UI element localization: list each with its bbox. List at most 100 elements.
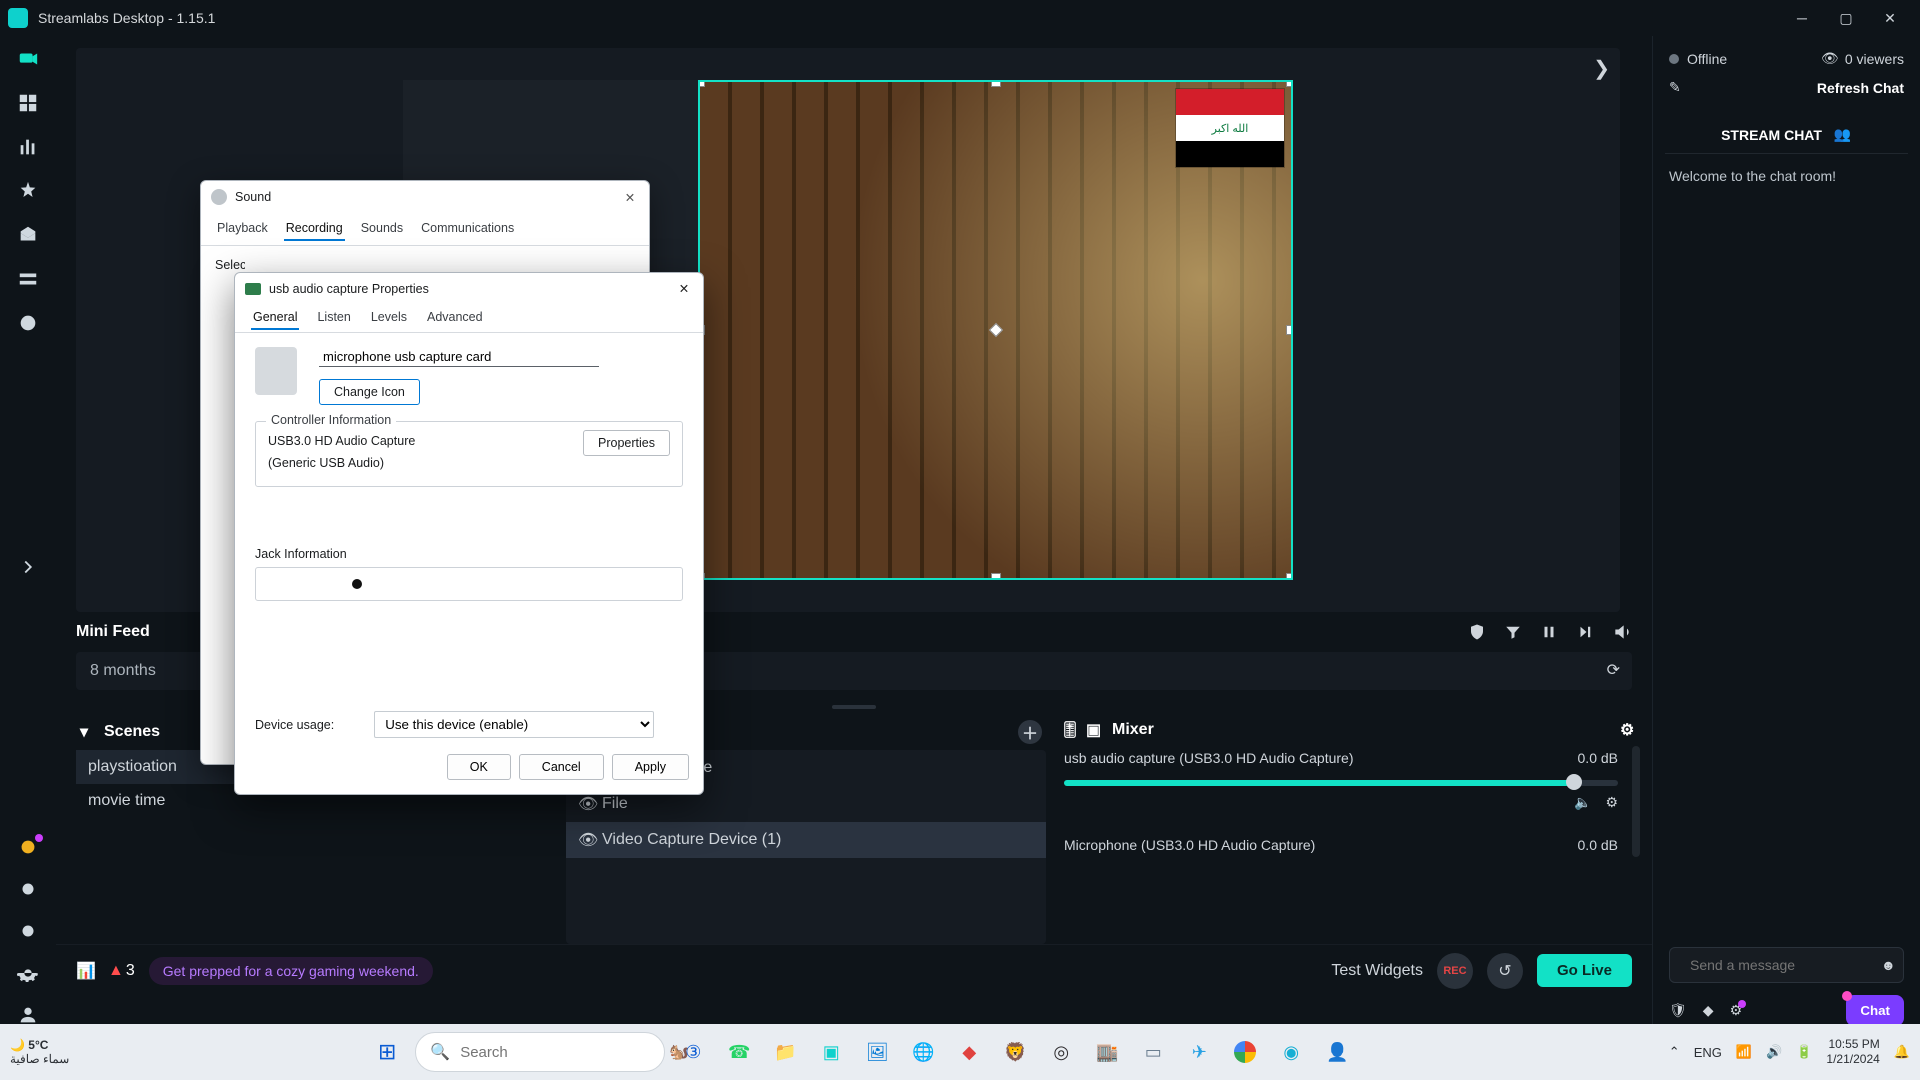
- refresh-chat-button[interactable]: Refresh Chat: [1817, 80, 1904, 96]
- themes-icon[interactable]: [17, 180, 39, 202]
- expand-sidebar-icon[interactable]: [17, 556, 39, 578]
- close-icon[interactable]: ✕: [675, 281, 693, 296]
- start-button[interactable]: ⊞: [369, 1034, 405, 1070]
- tab-recording[interactable]: Recording: [284, 217, 345, 241]
- apply-button[interactable]: Apply: [612, 754, 689, 780]
- close-icon[interactable]: ✕: [621, 190, 639, 205]
- tray-lang[interactable]: ENG: [1694, 1045, 1722, 1060]
- analytics-icon[interactable]: [17, 136, 39, 158]
- source-item[interactable]: 👁 Video Capture Device (1): [566, 822, 1046, 858]
- taskbar-app[interactable]: ▣: [813, 1034, 849, 1070]
- prime-icon[interactable]: [17, 836, 39, 858]
- volume-icon[interactable]: [1612, 622, 1632, 642]
- skip-icon[interactable]: [1576, 623, 1594, 641]
- taskbar-app[interactable]: 🦁: [997, 1034, 1033, 1070]
- volume-slider[interactable]: [1064, 780, 1618, 786]
- undo-button[interactable]: ↺: [1487, 953, 1523, 989]
- record-icon[interactable]: [17, 312, 39, 334]
- taskbar-app[interactable]: ③: [675, 1034, 711, 1070]
- add-source-icon[interactable]: ▣: [1086, 720, 1102, 740]
- ok-button[interactable]: OK: [447, 754, 511, 780]
- taskbar-app[interactable]: 👤: [1319, 1034, 1355, 1070]
- editor-tab-icon[interactable]: [17, 48, 39, 70]
- chat-settings-icon[interactable]: ⚙: [1730, 1002, 1743, 1019]
- taskbar-app[interactable]: ◆: [951, 1034, 987, 1070]
- taskbar-app[interactable]: ◉: [1273, 1034, 1309, 1070]
- tray-clock[interactable]: 10:55 PM 1/21/2024: [1826, 1037, 1879, 1067]
- chevron-down-icon[interactable]: ▾: [80, 722, 94, 742]
- taskbar-app[interactable]: 🏬: [1089, 1034, 1125, 1070]
- mixer-scrollbar[interactable]: [1632, 746, 1640, 857]
- emoji-icon[interactable]: ☻: [1881, 957, 1896, 973]
- taskbar-app[interactable]: 🌐: [905, 1034, 941, 1070]
- tab-sounds[interactable]: Sounds: [359, 217, 405, 241]
- change-icon-button[interactable]: Change Icon: [319, 379, 420, 405]
- resize-handle[interactable]: [1286, 325, 1293, 335]
- resize-handle[interactable]: [1286, 80, 1293, 87]
- studio-next-icon[interactable]: ❯: [1593, 56, 1610, 81]
- search-input[interactable]: [460, 1044, 659, 1061]
- add-source-button[interactable]: ＋: [1018, 720, 1042, 744]
- appstore-icon[interactable]: [17, 224, 39, 246]
- tab-communications[interactable]: Communications: [419, 217, 516, 241]
- settings-gear-icon[interactable]: [17, 962, 39, 984]
- notifications-icon[interactable]: 🔔: [1894, 1044, 1910, 1060]
- resize-handle[interactable]: [698, 80, 705, 87]
- tab-general[interactable]: General: [251, 306, 299, 330]
- stats-icon[interactable]: 📊: [76, 961, 94, 981]
- resize-handle[interactable]: [991, 80, 1001, 87]
- rotate-handle[interactable]: [988, 323, 1002, 337]
- pause-icon[interactable]: [1540, 623, 1558, 641]
- sound-icon[interactable]: 🔊: [1766, 1044, 1782, 1060]
- account-icon[interactable]: [17, 1004, 39, 1026]
- chat-input[interactable]: [1690, 957, 1871, 973]
- layouts-icon[interactable]: [17, 92, 39, 114]
- eye-icon[interactable]: 👁: [578, 830, 594, 850]
- people-icon[interactable]: 👥: [1834, 126, 1852, 143]
- shield-icon[interactable]: 🛡: [1669, 1002, 1687, 1019]
- tab-playback[interactable]: Playback: [215, 217, 270, 241]
- eye-icon[interactable]: 👁: [578, 794, 594, 814]
- taskbar-app[interactable]: ◎: [1043, 1034, 1079, 1070]
- tray-chevron-icon[interactable]: ⌃: [1669, 1044, 1680, 1060]
- plugin2-icon[interactable]: [17, 920, 39, 942]
- resize-handle[interactable]: [1286, 573, 1293, 580]
- device-name-input[interactable]: [319, 347, 599, 367]
- battery-icon[interactable]: 🔋: [1796, 1044, 1812, 1060]
- tab-listen[interactable]: Listen: [315, 306, 352, 330]
- taskbar-app[interactable]: [1227, 1034, 1263, 1070]
- tab-advanced[interactable]: Advanced: [425, 306, 485, 330]
- test-widgets-label[interactable]: Test Widgets: [1331, 962, 1423, 980]
- mute-icon[interactable]: 🔈: [1574, 794, 1591, 811]
- wifi-icon[interactable]: 📶: [1736, 1044, 1752, 1060]
- taskbar-app[interactable]: 📁: [767, 1034, 803, 1070]
- controller-properties-button[interactable]: Properties: [583, 430, 670, 456]
- shield-icon[interactable]: [1468, 623, 1486, 641]
- track-gear-icon[interactable]: ⚙: [1605, 794, 1618, 811]
- filter-icon[interactable]: [1504, 623, 1522, 641]
- window-maximize-button[interactable]: ▢: [1824, 3, 1868, 33]
- bits-icon[interactable]: ◆: [1703, 1002, 1714, 1019]
- window-minimize-button[interactable]: ─: [1780, 3, 1824, 33]
- tip-pill[interactable]: Get prepped for a cozy gaming weekend.: [149, 957, 433, 985]
- taskbar-app[interactable]: ▭: [1135, 1034, 1171, 1070]
- cancel-button[interactable]: Cancel: [519, 754, 604, 780]
- warnings-indicator[interactable]: ▲3: [108, 962, 135, 980]
- taskbar-app[interactable]: ✈: [1181, 1034, 1217, 1070]
- taskbar-app[interactable]: 🖼: [859, 1034, 895, 1070]
- window-close-button[interactable]: ✕: [1868, 3, 1912, 33]
- refresh-icon[interactable]: ⟳: [1607, 660, 1620, 680]
- taskbar-app[interactable]: ☎: [721, 1034, 757, 1070]
- weather-widget[interactable]: 🌙 5°C سماء صافية: [10, 1038, 69, 1066]
- resize-handle[interactable]: [991, 573, 1001, 580]
- selected-source[interactable]: الله اكبر: [698, 80, 1293, 580]
- tab-levels[interactable]: Levels: [369, 306, 409, 330]
- go-live-button[interactable]: Go Live: [1537, 954, 1632, 987]
- edit-chat-icon[interactable]: ✎: [1669, 79, 1685, 96]
- chat-send-button[interactable]: Chat: [1846, 995, 1904, 1026]
- mic-detect-icon[interactable]: 🎚: [1060, 720, 1076, 740]
- device-usage-select[interactable]: Use this device (enable): [374, 711, 654, 738]
- record-button[interactable]: REC: [1437, 953, 1473, 989]
- plugin1-icon[interactable]: [17, 878, 39, 900]
- highlighter-icon[interactable]: [17, 268, 39, 290]
